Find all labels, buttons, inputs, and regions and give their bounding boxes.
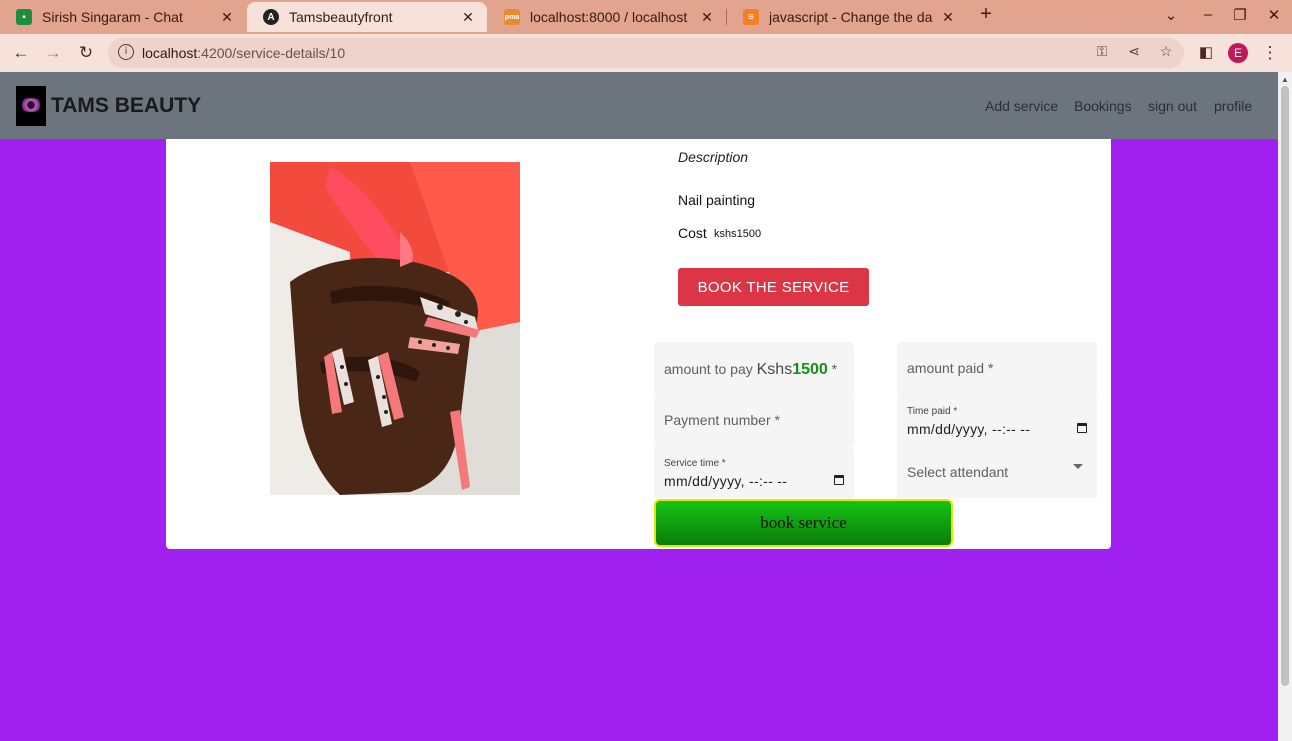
select-attendant-label: Select attendant [907,464,1009,480]
minimize-window-icon[interactable]: – [1198,6,1218,23]
time-paid-label: Time paid * [907,406,958,417]
service-time-input[interactable]: mm/dd/yyyy, --:-- -- [664,473,787,489]
close-tab-icon[interactable]: ✕ [698,9,716,26]
browser-tab-chat[interactable]: ▪ Sirish Singaram - Chat ✕ [0,2,246,32]
dropdown-caret-icon[interactable] [1073,464,1083,469]
page-scrollbar[interactable]: ▲ [1278,72,1292,741]
angular-favicon-icon: A [263,9,279,25]
service-details-card: Description Nail painting Cost kshs1500 … [166,139,1111,549]
browser-tab-stackoverflow[interactable]: ≡ javascript - Change the da ✕ [727,2,967,32]
close-tab-icon[interactable]: ✕ [939,9,957,26]
amount-paid-label: amount paid * [907,360,994,376]
service-name: Nail painting [678,192,756,208]
phpmyadmin-favicon-icon: pma [504,9,520,25]
amount-to-pay-label: amount to pay Kshs1500 * [664,361,838,378]
close-tab-icon[interactable]: ✕ [218,9,236,26]
service-time-label: Service time * [664,458,726,469]
profile-avatar[interactable]: E [1228,43,1248,63]
address-bar[interactable]: i localhost:4200/service-details/10 ⚿ ⋖ … [108,38,1184,68]
bookmark-star-icon[interactable]: ☆ [1156,43,1176,60]
stackoverflow-favicon-icon: ≡ [743,9,759,25]
browser-tab-tamsbeauty[interactable]: A Tamsbeautyfront ✕ [247,2,487,32]
book-service-submit-button[interactable]: book service [654,499,953,547]
forward-arrow-icon[interactable]: → [42,42,64,64]
eye-logo-icon [19,98,43,112]
new-tab-button[interactable]: + [976,3,996,26]
scroll-up-arrow-icon[interactable]: ▲ [1281,75,1289,84]
restore-window-icon[interactable]: ❐ [1230,6,1250,24]
cost-value: kshs1500 [714,228,762,240]
browser-tab-bar: ▪ Sirish Singaram - Chat ✕ A Tamsbeautyf… [0,0,1292,34]
nav-sign-out[interactable]: sign out [1148,98,1197,114]
brand-logo[interactable] [16,86,46,126]
tab-search-chevron-icon[interactable]: ⌄ [1161,6,1181,24]
nav-add-service[interactable]: Add service [985,98,1058,114]
nail-painting-image [270,162,520,495]
close-tab-icon[interactable]: ✕ [459,9,477,26]
description-label: Description [678,149,749,165]
payment-number-field[interactable]: Payment number * [654,394,854,446]
browser-toolbar: ← → ↻ i localhost:4200/service-details/1… [0,34,1292,72]
book-the-service-button[interactable]: BOOK THE SERVICE [678,268,869,306]
site-navbar: TAMS BEAUTY Add service Bookings sign ou… [0,72,1278,139]
time-paid-field[interactable]: Time paid * mm/dd/yyyy, --:-- -- [897,394,1097,446]
cost-label: Cost [678,225,707,241]
nav-bookings[interactable]: Bookings [1074,98,1132,114]
close-window-icon[interactable]: ✕ [1264,6,1284,24]
amount-value: 1500 [792,361,828,378]
amount-to-pay-field[interactable]: amount to pay Kshs1500 * [654,342,854,394]
time-paid-input[interactable]: mm/dd/yyyy, --:-- -- [907,421,1030,437]
reload-icon[interactable]: ↻ [75,42,97,64]
back-arrow-icon[interactable]: ← [10,42,32,64]
amount-paid-field[interactable]: amount paid * [897,342,1097,394]
payment-number-label: Payment number * [664,412,780,428]
service-photo [270,162,520,495]
scrollbar-thumb[interactable] [1281,86,1289,686]
chat-favicon-icon: ▪ [16,9,32,25]
nav-profile[interactable]: profile [1214,98,1252,114]
service-time-field[interactable]: Service time * mm/dd/yyyy, --:-- -- [654,446,854,498]
browser-tab-phpmyadmin[interactable]: pma localhost:8000 / localhost ✕ [488,2,726,32]
browser-menu-icon[interactable]: ⋮ [1259,42,1281,64]
site-info-icon[interactable]: i [118,44,134,60]
side-panel-icon[interactable]: ◧ [1195,42,1217,64]
password-key-icon[interactable]: ⚿ [1092,43,1112,60]
calendar-icon[interactable] [834,475,844,485]
brand-title[interactable]: TAMS BEAUTY [51,94,201,118]
select-attendant-field[interactable]: Select attendant [897,446,1097,498]
calendar-icon[interactable] [1077,423,1087,433]
share-icon[interactable]: ⋖ [1124,43,1144,60]
address-url[interactable]: localhost:4200/service-details/10 [142,45,345,61]
